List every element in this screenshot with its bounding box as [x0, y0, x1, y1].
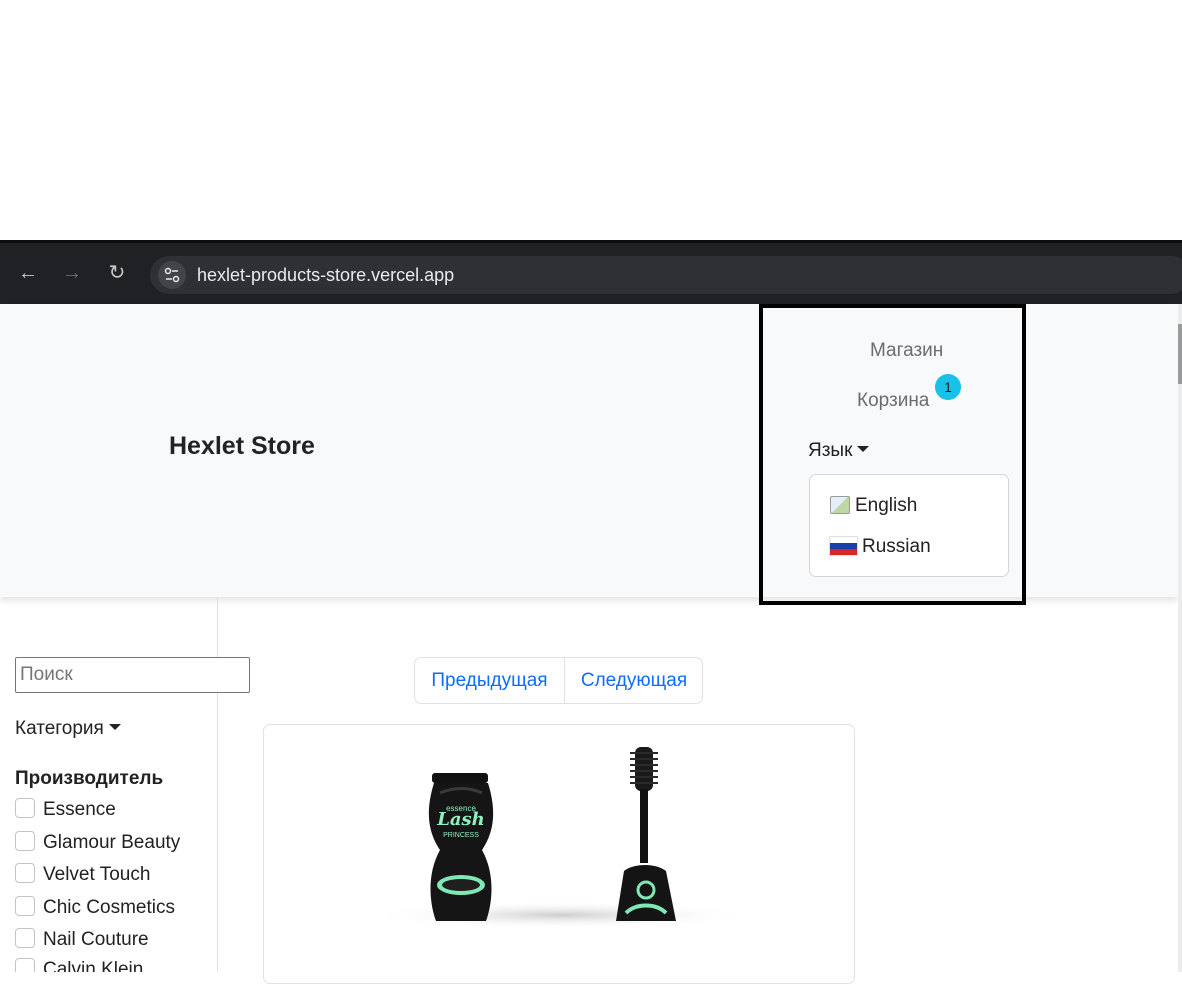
mascara-tube: Lash essence PRINCESS: [428, 773, 494, 921]
checkbox[interactable]: [15, 896, 35, 916]
maker-filter-essence[interactable]: Essence: [15, 798, 116, 826]
arrow-right-icon[interactable]: →: [60, 261, 84, 285]
maker-label: Chic Cosmetics: [43, 897, 175, 918]
search-input[interactable]: [15, 657, 250, 693]
maker-filter-velvet-touch[interactable]: Velvet Touch: [15, 863, 150, 891]
page-scrollbar[interactable]: [1178, 304, 1182, 972]
annotation-highlight-box: [759, 304, 1026, 605]
mascara-wand: [616, 747, 676, 921]
brand-title[interactable]: Hexlet Store: [169, 432, 315, 461]
product-label-princess: PRINCESS: [443, 832, 479, 839]
pagination: Предыдущая Следующая: [414, 657, 703, 704]
reload-icon[interactable]: ↻: [105, 261, 129, 285]
checkbox[interactable]: [15, 958, 35, 972]
product-card[interactable]: Lash essence PRINCESS: [263, 724, 855, 984]
category-label: Категория: [15, 718, 104, 739]
browser-toolbar: ← → ↻ hexlet-products-store.vercel.app: [0, 240, 1182, 304]
maker-filter-glamour-beauty[interactable]: Glamour Beauty: [15, 831, 180, 859]
tune-icon[interactable]: [158, 261, 186, 289]
maker-label: Velvet Touch: [43, 864, 151, 885]
scrollbar-thumb[interactable]: [1178, 324, 1182, 384]
sidebar-divider: [217, 597, 218, 972]
checkbox[interactable]: [15, 928, 35, 948]
maker-filter-title: Производитель: [15, 768, 164, 789]
maker-label: Essence: [43, 799, 116, 820]
caret-down-icon: [108, 724, 121, 730]
checkbox[interactable]: [15, 863, 35, 883]
url-text[interactable]: hexlet-products-store.vercel.app: [197, 265, 454, 286]
maker-filter-chic-cosmetics[interactable]: Chic Cosmetics: [15, 896, 175, 924]
maker-label: Nail Couture: [43, 929, 149, 950]
maker-label: Glamour Beauty: [43, 832, 181, 853]
maker-filter-nail-couture[interactable]: Nail Couture: [15, 928, 149, 956]
next-page-button[interactable]: Следующая: [565, 658, 703, 703]
product-label-brand: essence: [446, 804, 476, 813]
checkbox[interactable]: [15, 831, 35, 851]
maker-label: Calvin Klein: [43, 959, 144, 972]
previous-page-button[interactable]: Предыдущая: [415, 658, 564, 703]
product-image: Lash essence PRINCESS: [371, 747, 751, 929]
address-bar[interactable]: hexlet-products-store.vercel.app: [150, 256, 1182, 294]
category-dropdown-toggle[interactable]: Категория: [15, 718, 121, 740]
arrow-left-icon[interactable]: ←: [16, 261, 40, 285]
maker-filter-calvin-klein[interactable]: Calvin Klein: [15, 958, 143, 972]
checkbox[interactable]: [15, 798, 35, 818]
